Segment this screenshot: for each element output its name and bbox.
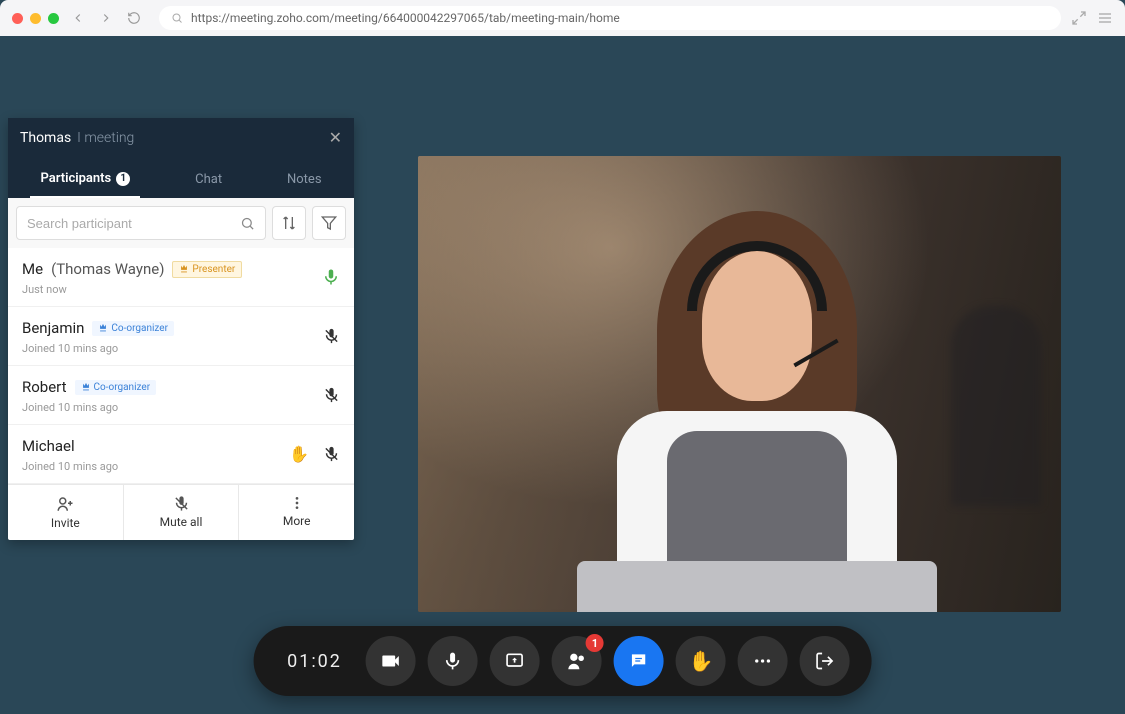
search-row — [8, 198, 354, 248]
badge-label: Presenter — [192, 264, 235, 275]
search-box — [16, 206, 266, 240]
browser-chrome: https://meeting.zoho.com/meeting/6640000… — [0, 0, 1125, 36]
participant-row[interactable]: Robert Co-organizer Joined 10 mins ago — [8, 366, 354, 425]
badge-label: Co-organizer — [94, 382, 151, 393]
tab-chat-label: Chat — [195, 172, 222, 187]
participant-name: Robert — [22, 378, 67, 396]
main-video[interactable] — [418, 156, 1061, 612]
meeting-title-suffix: I meeting — [77, 130, 134, 146]
search-icon — [171, 12, 183, 24]
participant-row[interactable]: Benjamin Co-organizer Joined 10 mins ago — [8, 307, 354, 366]
badge-label: Co-organizer — [111, 323, 168, 334]
sort-button[interactable] — [272, 206, 306, 240]
invite-icon — [56, 495, 74, 513]
mic-muted-icon[interactable] — [323, 387, 340, 404]
co-organizer-badge: Co-organizer — [75, 380, 157, 395]
nav-back-button[interactable] — [69, 11, 87, 25]
filter-button[interactable] — [312, 206, 346, 240]
more-icon — [289, 495, 305, 511]
participant-row[interactable]: Me (Thomas Wayne) Presenter Just now — [8, 248, 354, 307]
presenter-badge: Presenter — [172, 261, 242, 278]
participants-button[interactable]: 1 — [552, 636, 602, 686]
close-panel-button[interactable]: ✕ — [329, 128, 342, 147]
video-person — [587, 211, 927, 612]
participants-list: Me (Thomas Wayne) Presenter Just now Be — [8, 248, 354, 484]
participant-icons — [322, 268, 340, 286]
invite-button[interactable]: Invite — [8, 485, 123, 540]
tab-participants[interactable]: Participants 1 — [30, 163, 140, 198]
participant-icons — [323, 387, 340, 404]
participant-icons: ✋ — [289, 445, 340, 464]
nav-forward-button[interactable] — [97, 11, 115, 25]
participant-time: Joined 10 mins ago — [22, 401, 340, 414]
participants-badge: 1 — [586, 634, 604, 652]
participant-name-sub: (Thomas Wayne) — [51, 260, 164, 278]
hand-raised-icon: ✋ — [289, 445, 309, 464]
expand-icon[interactable] — [1071, 10, 1087, 26]
url-text: https://meeting.zoho.com/meeting/6640000… — [191, 11, 620, 25]
chrome-actions — [1071, 10, 1113, 26]
reactions-button[interactable]: ✋ — [676, 636, 726, 686]
mic-active-icon[interactable] — [322, 268, 340, 286]
participants-count-badge: 1 — [116, 172, 130, 186]
participant-name: Michael — [22, 437, 75, 455]
more-label: More — [283, 514, 311, 528]
leave-button[interactable] — [800, 636, 850, 686]
tab-chat[interactable]: Chat — [185, 163, 232, 198]
participant-name: Me — [22, 260, 43, 278]
mic-muted-icon[interactable] — [323, 446, 340, 463]
mute-all-label: Mute all — [160, 515, 203, 529]
window-minimize-button[interactable] — [30, 13, 41, 24]
url-bar[interactable]: https://meeting.zoho.com/meeting/6640000… — [159, 6, 1061, 30]
meeting-main: Thomas I meeting ✕ Participants 1 Chat N… — [0, 36, 1125, 714]
participants-panel: Thomas I meeting ✕ Participants 1 Chat N… — [8, 118, 354, 540]
share-screen-button[interactable] — [490, 636, 540, 686]
participant-time: Just now — [22, 283, 340, 296]
meeting-timer: 01:02 — [275, 651, 354, 672]
camera-button[interactable] — [366, 636, 416, 686]
co-organizer-badge: Co-organizer — [92, 321, 174, 336]
window-close-button[interactable] — [12, 13, 23, 24]
mute-all-icon — [173, 495, 190, 512]
participant-name-row: Robert Co-organizer — [22, 378, 340, 396]
panel-footer: Invite Mute all More — [8, 484, 354, 540]
participant-row[interactable]: Michael Joined 10 mins ago ✋ — [8, 425, 354, 484]
tab-notes[interactable]: Notes — [277, 163, 332, 198]
window-maximize-button[interactable] — [48, 13, 59, 24]
panel-header: Thomas I meeting ✕ — [8, 118, 354, 157]
participant-name-row: Benjamin Co-organizer — [22, 319, 340, 337]
background-person — [951, 306, 1041, 506]
participant-icons — [323, 328, 340, 345]
chat-button[interactable] — [614, 636, 664, 686]
search-input[interactable] — [27, 216, 240, 231]
nav-refresh-button[interactable] — [125, 11, 143, 25]
more-button[interactable]: More — [238, 485, 354, 540]
menu-icon[interactable] — [1097, 10, 1113, 26]
meeting-toolbar: 01:02 1 ✋ — [253, 626, 872, 696]
search-icon[interactable] — [240, 216, 255, 231]
participant-name: Benjamin — [22, 319, 84, 337]
tab-participants-label: Participants — [40, 171, 111, 186]
participant-name-row: Me (Thomas Wayne) Presenter — [22, 260, 340, 278]
traffic-lights — [12, 13, 59, 24]
panel-tabs: Participants 1 Chat Notes — [8, 157, 354, 198]
mic-muted-icon[interactable] — [323, 328, 340, 345]
meeting-host-name: Thomas — [20, 130, 71, 146]
panel-title: Thomas I meeting — [20, 130, 134, 146]
mute-all-button[interactable]: Mute all — [123, 485, 239, 540]
tab-notes-label: Notes — [287, 172, 322, 187]
participant-time: Joined 10 mins ago — [22, 342, 340, 355]
mic-button[interactable] — [428, 636, 478, 686]
more-options-button[interactable] — [738, 636, 788, 686]
invite-label: Invite — [51, 516, 80, 530]
